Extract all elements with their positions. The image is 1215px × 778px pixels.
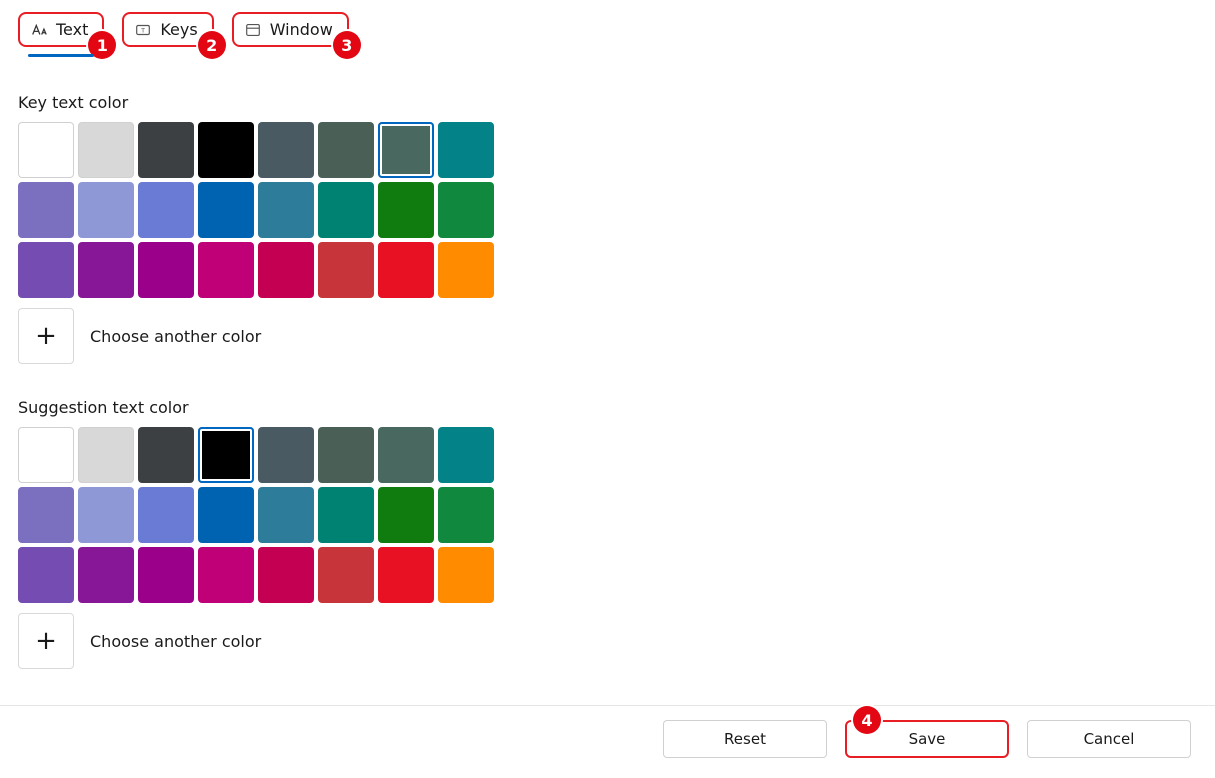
- annotation-badge-1: 1: [88, 31, 116, 59]
- color-swatch[interactable]: [438, 122, 494, 178]
- color-swatch[interactable]: [378, 182, 434, 238]
- color-swatch[interactable]: [138, 242, 194, 298]
- color-swatch[interactable]: [198, 487, 254, 543]
- color-swatch[interactable]: [78, 242, 134, 298]
- color-swatch[interactable]: [78, 122, 134, 178]
- color-swatch[interactable]: [138, 487, 194, 543]
- tab-window-label: Window: [270, 20, 333, 39]
- color-swatch[interactable]: [438, 487, 494, 543]
- color-swatch[interactable]: [258, 547, 314, 603]
- color-swatch[interactable]: [138, 547, 194, 603]
- color-swatch[interactable]: [18, 182, 74, 238]
- section-title-key-text: Key text color: [18, 93, 1197, 112]
- color-swatch[interactable]: [438, 182, 494, 238]
- color-swatch[interactable]: [18, 487, 74, 543]
- section-key-text-color: Key text color + Choose another color: [18, 93, 1197, 364]
- tab-keys[interactable]: T Keys 2: [122, 12, 213, 47]
- keyboard-key-icon: T: [134, 21, 152, 39]
- save-button[interactable]: 4 Save: [845, 720, 1009, 758]
- tab-window[interactable]: Window 3: [232, 12, 349, 47]
- section-title-suggestion-text: Suggestion text color: [18, 398, 1197, 417]
- annotation-badge-3: 3: [333, 31, 361, 59]
- color-swatch[interactable]: [198, 547, 254, 603]
- choose-another-color-label: Choose another color: [90, 632, 261, 651]
- tab-text-label: Text: [56, 20, 88, 39]
- color-swatch[interactable]: [78, 182, 134, 238]
- tab-text[interactable]: Text 1: [18, 12, 104, 47]
- annotation-badge-2: 2: [198, 31, 226, 59]
- color-swatch[interactable]: [258, 242, 314, 298]
- color-grid-key-text: [18, 122, 494, 298]
- reset-button[interactable]: Reset: [663, 720, 827, 758]
- color-swatch[interactable]: [18, 242, 74, 298]
- color-swatch[interactable]: [198, 182, 254, 238]
- annotation-badge-4: 4: [853, 706, 881, 734]
- color-swatch[interactable]: [378, 547, 434, 603]
- color-swatch[interactable]: [378, 242, 434, 298]
- save-button-label: Save: [909, 730, 946, 748]
- window-icon: [244, 21, 262, 39]
- color-swatch[interactable]: [78, 547, 134, 603]
- tabs-row: Text 1 T Keys 2 Window 3: [18, 12, 1197, 47]
- color-swatch[interactable]: [258, 182, 314, 238]
- section-suggestion-text-color: Suggestion text color + Choose another c…: [18, 398, 1197, 669]
- color-grid-suggestion-text: [18, 427, 494, 603]
- color-swatch[interactable]: [438, 547, 494, 603]
- plus-icon: +: [35, 628, 57, 654]
- color-swatch[interactable]: [318, 487, 374, 543]
- choose-another-color-button[interactable]: +: [18, 308, 74, 364]
- color-swatch[interactable]: [438, 242, 494, 298]
- color-swatch[interactable]: [78, 487, 134, 543]
- color-swatch[interactable]: [18, 547, 74, 603]
- color-swatch[interactable]: [138, 182, 194, 238]
- color-swatch[interactable]: [18, 427, 74, 483]
- text-aa-icon: [30, 21, 48, 39]
- cancel-button-label: Cancel: [1084, 730, 1135, 748]
- footer-bar: Reset 4 Save Cancel: [0, 705, 1215, 778]
- choose-another-color-label: Choose another color: [90, 327, 261, 346]
- choose-another-color-button[interactable]: +: [18, 613, 74, 669]
- color-swatch[interactable]: [318, 547, 374, 603]
- color-swatch[interactable]: [78, 427, 134, 483]
- color-swatch[interactable]: [258, 487, 314, 543]
- color-swatch[interactable]: [318, 242, 374, 298]
- color-swatch[interactable]: [378, 122, 434, 178]
- color-swatch[interactable]: [378, 427, 434, 483]
- color-swatch[interactable]: [258, 122, 314, 178]
- color-swatch[interactable]: [198, 122, 254, 178]
- plus-icon: +: [35, 323, 57, 349]
- color-swatch[interactable]: [438, 427, 494, 483]
- reset-button-label: Reset: [724, 730, 766, 748]
- cancel-button[interactable]: Cancel: [1027, 720, 1191, 758]
- svg-text:T: T: [140, 27, 145, 34]
- tab-keys-label: Keys: [160, 20, 197, 39]
- color-swatch[interactable]: [378, 487, 434, 543]
- color-swatch[interactable]: [318, 182, 374, 238]
- color-swatch[interactable]: [138, 122, 194, 178]
- color-swatch[interactable]: [138, 427, 194, 483]
- color-swatch[interactable]: [318, 427, 374, 483]
- color-swatch[interactable]: [318, 122, 374, 178]
- color-swatch[interactable]: [18, 122, 74, 178]
- color-swatch[interactable]: [198, 427, 254, 483]
- color-swatch[interactable]: [258, 427, 314, 483]
- color-swatch[interactable]: [198, 242, 254, 298]
